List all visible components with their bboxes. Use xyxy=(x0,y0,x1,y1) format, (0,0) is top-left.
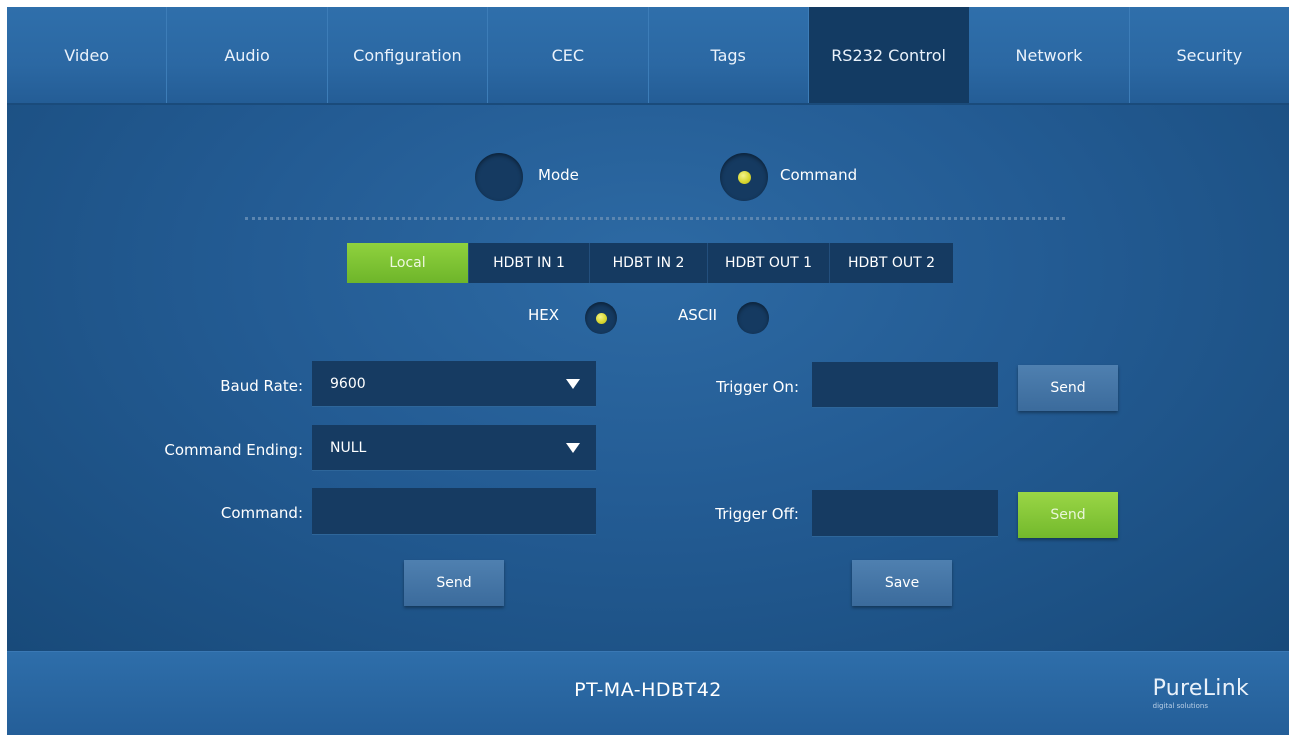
rs232-panel: Mode Command Local HDBT IN 1 HDBT IN 2 H… xyxy=(7,105,1289,651)
ascii-label: ASCII xyxy=(678,306,718,324)
tab-rs232-control[interactable]: RS232 Control xyxy=(808,7,970,103)
trigger-on-send-button[interactable]: Send xyxy=(1018,365,1118,411)
trigger-on-input[interactable] xyxy=(812,362,998,408)
hex-radio[interactable] xyxy=(585,302,617,334)
trigger-off-input[interactable] xyxy=(812,490,998,537)
baud-rate-value: 9600 xyxy=(330,375,366,392)
brand-name: PureLink xyxy=(1152,676,1249,701)
app-window: Video Audio Configuration CEC Tags RS232… xyxy=(7,7,1289,735)
command-input[interactable] xyxy=(312,488,596,535)
tab-audio[interactable]: Audio xyxy=(167,7,328,103)
port-tab-hdbt-in-1[interactable]: HDBT IN 1 xyxy=(468,243,589,283)
port-tab-hdbt-in-2[interactable]: HDBT IN 2 xyxy=(589,243,707,283)
hex-label: HEX xyxy=(528,306,560,324)
baud-rate-label: Baud Rate: xyxy=(220,377,303,395)
tab-video[interactable]: Video xyxy=(7,7,168,103)
command-label: Command xyxy=(780,166,858,184)
tab-tags[interactable]: Tags xyxy=(649,7,809,103)
command-ending-label: Command Ending: xyxy=(164,441,303,459)
command-field-label: Command: xyxy=(220,504,303,522)
baud-rate-select[interactable]: 9600 xyxy=(312,361,596,407)
device-model: PT-MA-HDBT42 xyxy=(574,679,722,701)
port-tab-hdbt-out-2[interactable]: HDBT OUT 2 xyxy=(829,243,953,283)
brand-logo: PureLink digital solutions xyxy=(1153,676,1249,710)
tab-cec[interactable]: CEC xyxy=(488,7,649,103)
mode-label: Mode xyxy=(538,166,579,184)
port-tab-local[interactable]: Local xyxy=(347,243,468,283)
trigger-on-label: Trigger On: xyxy=(716,378,799,396)
radio-selected-dot xyxy=(595,312,607,324)
tab-configuration[interactable]: Configuration xyxy=(328,7,489,103)
footer: PT-MA-HDBT42 PureLink digital solutions xyxy=(7,651,1289,735)
section-divider xyxy=(245,217,1065,220)
save-button[interactable]: Save xyxy=(852,560,952,606)
mode-radio[interactable] xyxy=(475,153,523,201)
tab-network[interactable]: Network xyxy=(969,7,1130,103)
brand-tagline: digital solutions xyxy=(1152,702,1208,710)
ascii-radio[interactable] xyxy=(737,302,769,334)
radio-selected-dot xyxy=(737,170,751,184)
trigger-off-send-button[interactable]: Send xyxy=(1018,492,1118,538)
command-ending-select[interactable]: NULL xyxy=(312,425,596,471)
trigger-off-label: Trigger Off: xyxy=(715,505,799,523)
dropdown-caret-icon xyxy=(566,442,580,453)
main-nav: Video Audio Configuration CEC Tags RS232… xyxy=(7,7,1289,105)
port-selector: Local HDBT IN 1 HDBT IN 2 HDBT OUT 1 HDB… xyxy=(347,243,953,283)
command-radio[interactable] xyxy=(720,153,768,201)
tab-security[interactable]: Security xyxy=(1130,7,1289,103)
dropdown-caret-icon xyxy=(566,378,580,389)
port-tab-hdbt-out-1[interactable]: HDBT OUT 1 xyxy=(707,243,829,283)
command-ending-value: NULL xyxy=(330,439,367,456)
command-send-button[interactable]: Send xyxy=(404,560,504,606)
